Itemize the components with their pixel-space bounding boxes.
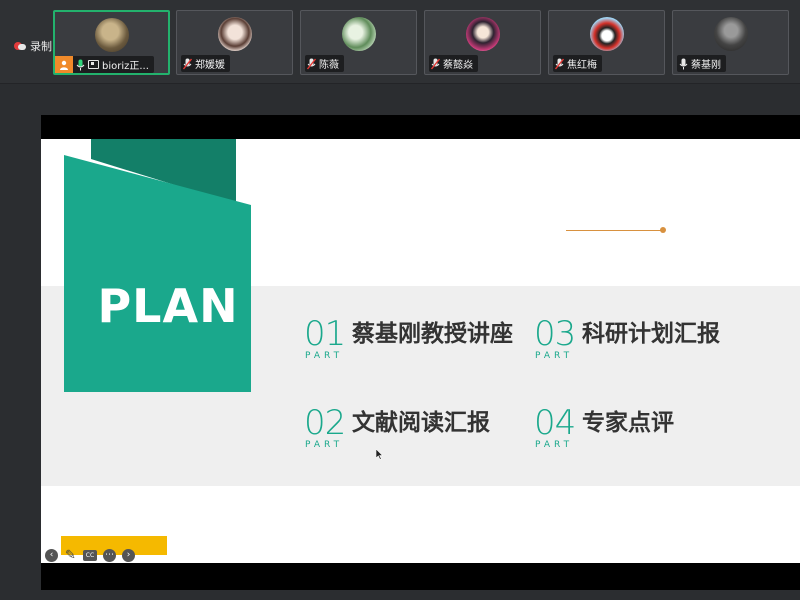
avatar [217,17,252,51]
accent-dot [660,227,666,233]
agenda-title: 蔡基刚教授讲座 [352,321,513,347]
agenda-part-label: PART [305,351,344,361]
participant-name: bioriz正... [102,61,149,72]
mic-on-icon [679,58,688,70]
participant-tile-2[interactable]: 郑媛媛 [176,10,293,75]
host-icon [55,56,73,73]
participant-strip: 录制中 bioriz正... 郑媛媛 陈薇 蔡懿焱 焦红梅 蔡基刚 [0,0,800,84]
agenda-number: 01 [304,314,346,354]
arrow-right-icon[interactable]: › [122,549,135,562]
left-margin [0,84,41,600]
avatar [341,17,376,51]
participant-nameplate: 蔡懿焱 [429,55,478,72]
presentation-slide: PLAN 01 PART 蔡基刚教授讲座 03 PART 科研计划汇报 02 P… [41,139,800,563]
mic-muted-icon [183,58,192,70]
participant-tile-4[interactable]: 蔡懿焱 [424,10,541,75]
more-icon[interactable]: ⋯ [103,549,116,562]
screen-share-icon [88,60,99,69]
avatar [713,17,748,51]
recording-icon [14,41,26,51]
agenda-number: 03 [534,314,576,354]
mic-muted-icon [555,58,564,70]
mic-on-icon [76,59,85,71]
mouse-cursor-icon [376,449,384,460]
agenda-number: 02 [304,403,346,443]
agenda-part-label: PART [535,440,574,450]
meeting-window: 录制中 bioriz正... 郑媛媛 陈薇 蔡懿焱 焦红梅 蔡基刚 PLAN 0… [0,0,800,600]
participant-nameplate: 陈薇 [305,55,344,72]
mic-muted-icon [431,58,440,70]
captions-icon[interactable]: CC [83,550,97,561]
participant-name: 郑媛媛 [195,60,225,71]
avatar [94,18,129,52]
participant-name: 蔡基刚 [691,60,721,71]
participant-tile-1[interactable]: bioriz正... [53,10,170,75]
plan-shape [64,139,251,392]
mic-muted-icon [307,58,316,70]
slide-heading: PLAN [97,279,239,333]
participant-nameplate: bioriz正... [55,56,154,73]
pen-icon[interactable]: ✎ [64,549,77,562]
accent-line [566,230,662,231]
agenda-number: 04 [534,403,576,443]
agenda-part-label: PART [305,440,344,450]
participant-nameplate: 焦红梅 [553,55,602,72]
participant-name: 焦红梅 [567,60,597,71]
agenda-title: 科研计划汇报 [582,321,720,347]
arrow-left-icon[interactable]: ‹ [45,549,58,562]
participant-tile-3[interactable]: 陈薇 [300,10,417,75]
shared-screen[interactable]: PLAN 01 PART 蔡基刚教授讲座 03 PART 科研计划汇报 02 P… [41,115,800,590]
avatar [465,17,500,51]
participant-nameplate: 郑媛媛 [181,55,230,72]
agenda-part-label: PART [535,351,574,361]
participant-tile-6[interactable]: 蔡基刚 [672,10,789,75]
participant-nameplate: 蔡基刚 [677,55,726,72]
participant-name: 蔡懿焱 [443,60,473,71]
participant-tile-5[interactable]: 焦红梅 [548,10,665,75]
avatar [589,17,624,51]
slide-controls: ‹ ✎ CC ⋯ › [45,549,135,562]
agenda-title: 文献阅读汇报 [352,410,490,436]
agenda-title: 专家点评 [582,410,674,436]
participant-name: 陈薇 [319,60,339,71]
